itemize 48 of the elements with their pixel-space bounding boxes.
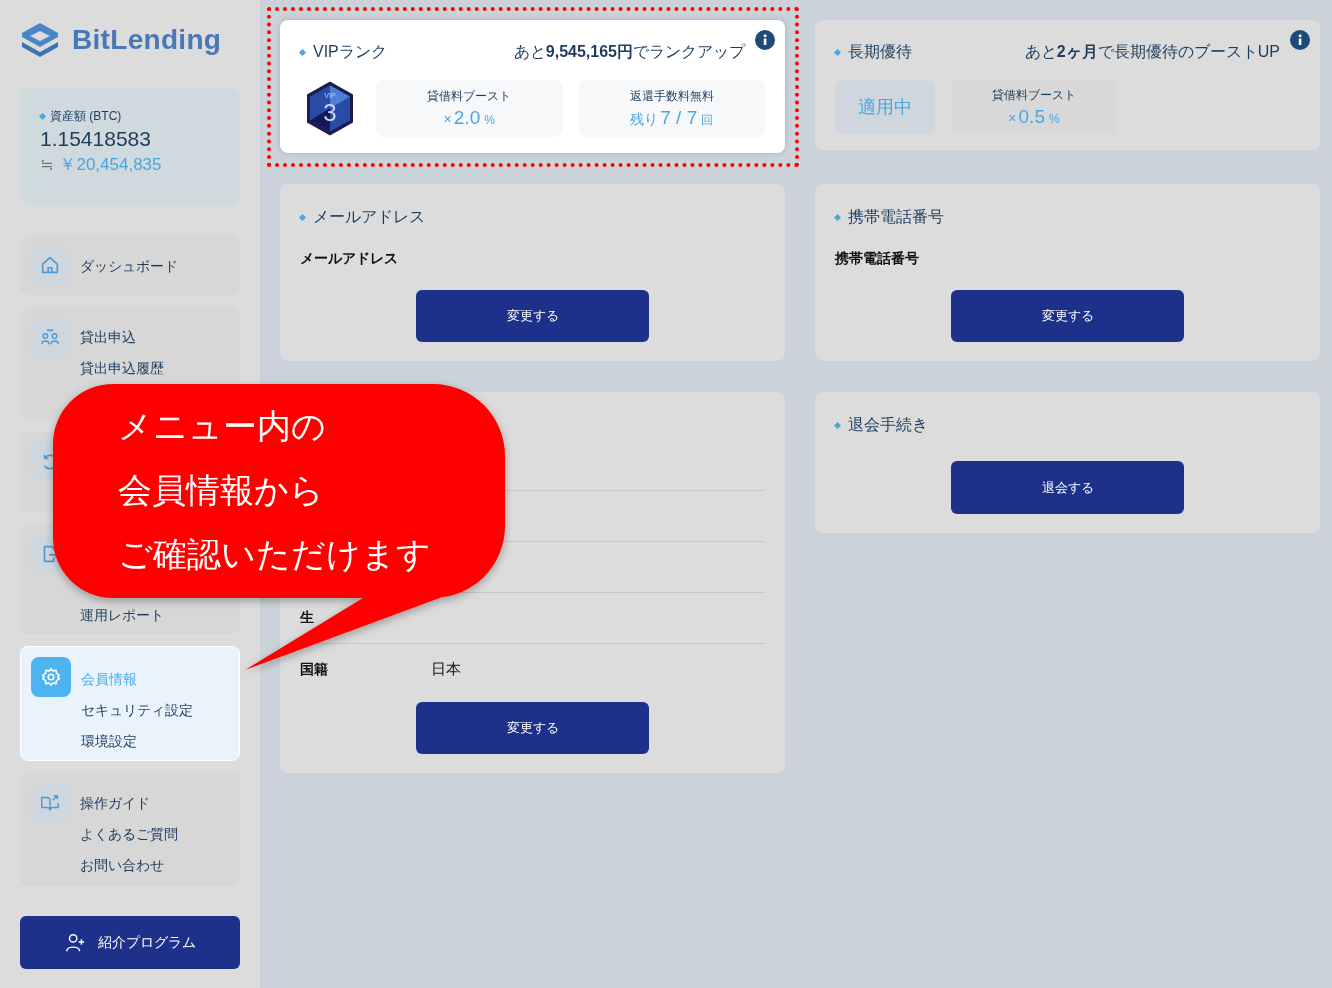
change-button[interactable]: 変更する <box>416 702 649 754</box>
logo-icon <box>20 22 60 58</box>
callout-text: メニュー内の <box>118 406 327 447</box>
field-label: 携帯電話番号 <box>835 249 920 268</box>
nav-item[interactable]: 環境設定 <box>81 731 137 751</box>
book-icon[interactable] <box>39 792 61 814</box>
stat-value: ×0.5 % <box>1008 105 1060 128</box>
add-user-icon <box>64 931 86 954</box>
referral-button[interactable]: 紹介プログラム <box>20 916 240 969</box>
stat-value: 残り 7 / 7 回 <box>630 107 714 129</box>
row-value: 日本 <box>431 660 461 679</box>
withdraw-button[interactable]: 退会する <box>951 461 1184 514</box>
card-title: 退会手続き <box>848 414 928 435</box>
nav-item[interactable]: お問い合わせ <box>80 855 164 875</box>
card-title: 携帯電話番号 <box>848 206 944 227</box>
info-icon[interactable] <box>1290 30 1310 50</box>
nav-item[interactable]: 貸出申込 <box>80 327 136 347</box>
asset-label: 資産額 (BTC) <box>50 108 122 125</box>
approx-sign: ≒ <box>40 155 54 174</box>
nav-item[interactable]: ダッシュボード <box>80 256 178 276</box>
change-button[interactable]: 変更する <box>416 290 649 342</box>
change-button[interactable]: 変更する <box>951 290 1184 342</box>
logo-text: BitLending <box>72 24 222 56</box>
nav-item[interactable]: 操作ガイド <box>80 793 150 813</box>
callout-text: 会員情報から <box>118 470 325 511</box>
stat-value: ×2.0 % <box>443 107 495 129</box>
rank-note: あと9,545,165円でランクアップ <box>513 41 745 62</box>
yen-amount: ￥20,454,835 <box>59 154 162 176</box>
home-icon[interactable] <box>39 254 61 276</box>
field-label: メールアドレス <box>300 249 399 268</box>
settings-icon[interactable] <box>40 666 62 688</box>
stat-label: 貸借料ブースト <box>427 88 512 105</box>
status-badge: 適用中 <box>835 80 935 134</box>
card-title: VIPランク <box>313 41 387 62</box>
card-title: 長期優待 <box>848 41 912 62</box>
nav-item[interactable]: 貸出申込履歴 <box>80 358 164 378</box>
card-title: メールアドレス <box>313 206 425 227</box>
row-label: 生 <box>300 609 315 627</box>
stat-label: 返還手数料無料 <box>629 88 714 105</box>
info-icon[interactable] <box>755 30 775 50</box>
callout-text: ご確認いただけます <box>118 534 431 575</box>
asset-amount: 1.15418583 <box>40 127 152 151</box>
row-label: 国籍 <box>300 660 329 679</box>
nav-item[interactable]: セキュリティ設定 <box>81 700 193 720</box>
nav-item[interactable]: 運用レポート <box>80 605 164 625</box>
stat-label: 貸借料ブースト <box>992 86 1076 104</box>
boost-note: あと2ヶ月で長期優待のブーストUP <box>1024 41 1280 62</box>
nav-item[interactable]: よくあるご質問 <box>80 824 178 844</box>
